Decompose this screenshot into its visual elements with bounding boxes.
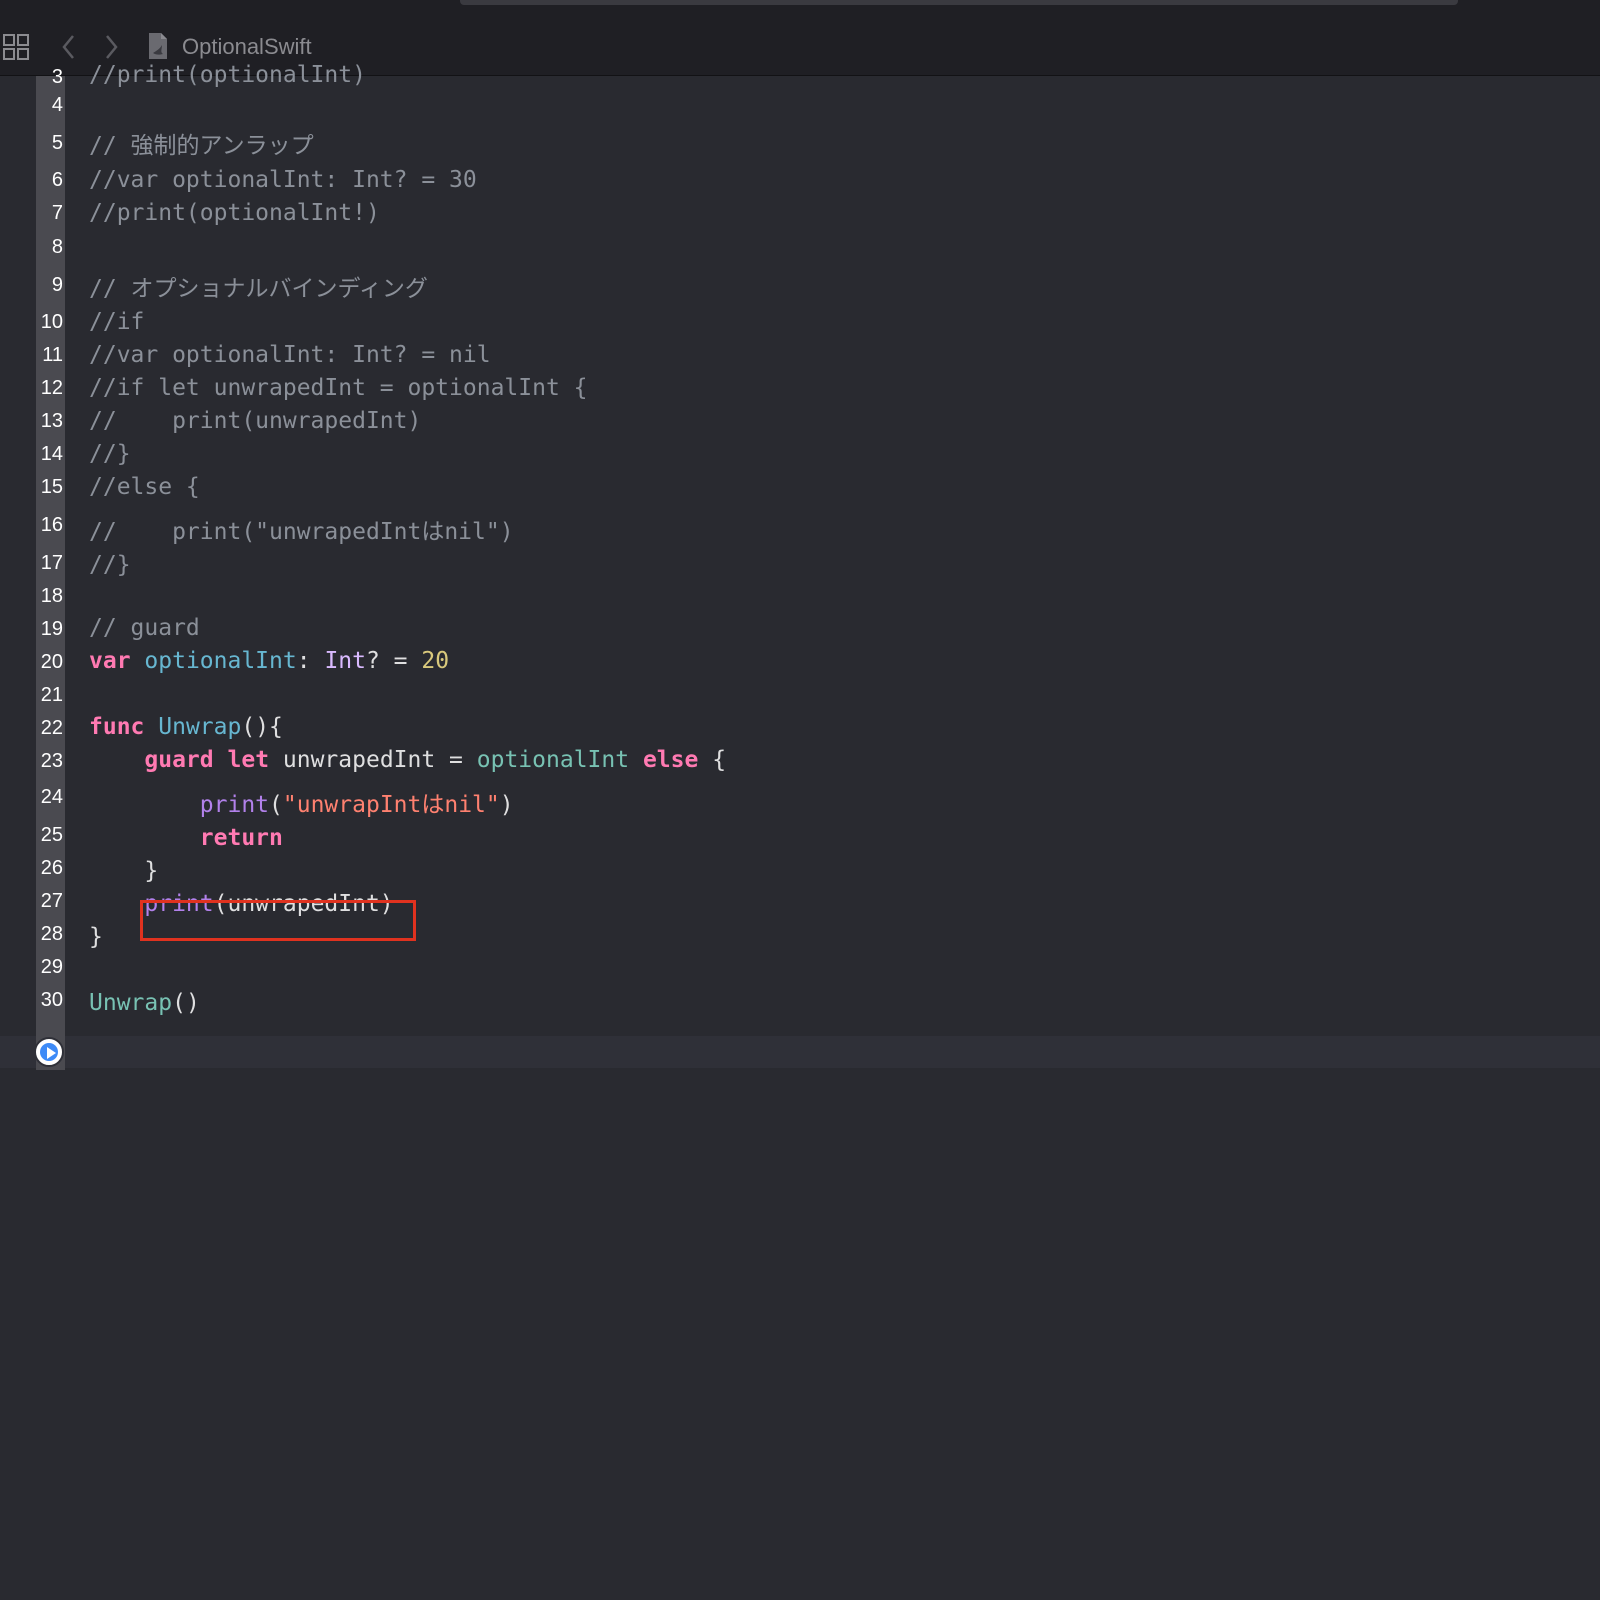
line-number: 24	[40, 786, 63, 808]
code-line-30[interactable]: Unwrap()	[89, 988, 200, 1018]
line-number: 4	[51, 94, 63, 116]
code-line-23[interactable]: guard let unwrapedInt = optionalInt else…	[89, 745, 726, 775]
code-line[interactable]: //if let unwrapedInt = optionalInt {	[89, 373, 588, 403]
play-circle-icon[interactable]	[34, 1037, 64, 1067]
code-line[interactable]: // オプショナルバインディング	[89, 274, 428, 304]
line-number: 5	[51, 132, 63, 154]
code-line[interactable]: //}	[89, 550, 131, 580]
code-line[interactable]: //print(optionalInt!)	[89, 198, 380, 228]
line-number: 29	[40, 956, 63, 978]
code-line[interactable]: // 強制的アンラップ	[89, 131, 314, 161]
line-number: 14	[40, 443, 63, 465]
code-line[interactable]: // guard	[89, 613, 200, 643]
chevron-right-icon[interactable]	[100, 32, 122, 62]
code-line[interactable]: // print(unwrapedInt)	[89, 406, 421, 436]
line-number: 26	[40, 857, 63, 879]
current-line-highlight	[0, 1036, 1600, 1068]
line-number: 9	[51, 274, 63, 296]
line-number: 17	[40, 552, 63, 574]
code-line-26[interactable]: }	[89, 856, 158, 886]
window-top-strip	[0, 0, 1600, 20]
line-number: 11	[42, 344, 63, 366]
swift-file-icon	[149, 33, 167, 59]
line-number: 3	[51, 66, 63, 88]
code-line[interactable]: //}	[89, 439, 131, 469]
source-editor[interactable]: 3 4 5 6 7 8 9 10 11 12 13 14 15 16 17 18…	[0, 62, 1600, 1600]
line-number: 27	[40, 890, 63, 912]
code-line[interactable]: //else {	[89, 472, 200, 502]
file-name-breadcrumb[interactable]: OptionalSwift	[182, 34, 312, 60]
line-number: 13	[40, 410, 63, 432]
annotation-highlight-box	[140, 900, 416, 941]
code-line-20[interactable]: var optionalInt: Int? = 20	[89, 646, 449, 676]
line-number: 22	[40, 717, 63, 739]
line-number: 21	[40, 684, 63, 706]
line-number: 25	[40, 824, 63, 846]
line-number: 10	[40, 311, 63, 333]
code-line[interactable]: //if	[89, 307, 144, 337]
code-line-28[interactable]: }	[89, 922, 103, 952]
line-number: 6	[51, 169, 63, 191]
chevron-left-icon[interactable]	[58, 32, 80, 62]
line-number: 30	[40, 989, 63, 1011]
code-line[interactable]: // print("unwrapedIntはnil")	[89, 517, 514, 547]
line-number: 12	[40, 377, 63, 399]
code-line[interactable]: //var optionalInt: Int? = nil	[89, 340, 491, 370]
related-items-grid-icon[interactable]	[3, 34, 29, 60]
code-line[interactable]: //var optionalInt: Int? = 30	[89, 165, 477, 195]
code-line-25[interactable]: return	[89, 823, 283, 853]
line-number: 15	[40, 476, 63, 498]
line-number: 20	[40, 651, 63, 673]
line-number: 8	[51, 236, 63, 258]
line-number: 18	[40, 585, 63, 607]
code-line-22[interactable]: func Unwrap(){	[89, 712, 283, 742]
line-number: 28	[40, 923, 63, 945]
line-number: 16	[40, 514, 63, 536]
code-line[interactable]: //print(optionalInt)	[89, 60, 366, 90]
tab-scroll-indicator[interactable]	[460, 0, 1458, 5]
code-line-24[interactable]: print("unwrapIntはnil")	[89, 790, 514, 820]
line-number: 23	[40, 750, 63, 772]
line-number: 7	[51, 202, 63, 224]
line-number: 19	[40, 618, 63, 640]
play-triangle-icon	[47, 1047, 56, 1059]
